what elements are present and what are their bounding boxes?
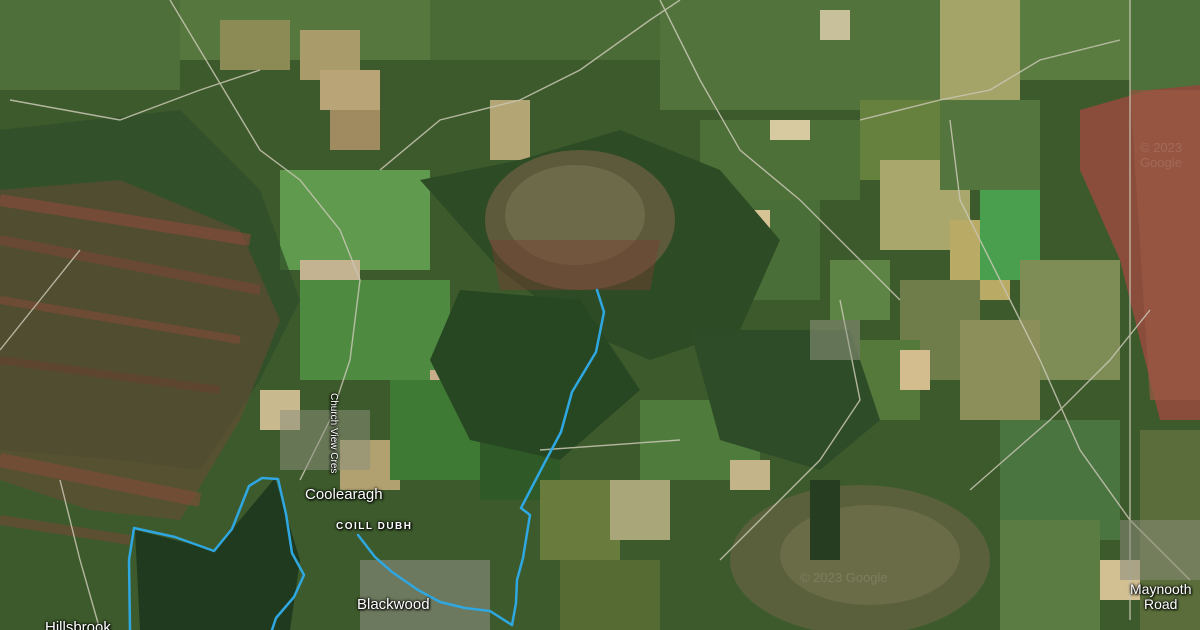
satellite-map[interactable]: © 2023 Google © 2023 Google Coolearagh C… bbox=[0, 0, 1200, 630]
place-label-blackwood[interactable]: Blackwood bbox=[357, 596, 430, 614]
imagery-watermark: © 2023 Google bbox=[800, 570, 888, 585]
road-label-church-view-cres[interactable]: Church View Cres bbox=[328, 393, 339, 473]
place-label-coolearagh[interactable]: Coolearagh bbox=[305, 486, 383, 504]
place-label-coill-dubh[interactable]: COILL DUBH bbox=[336, 521, 412, 532]
place-label-maynooth-road-line2: Road bbox=[1144, 596, 1178, 613]
place-label-maynooth-road[interactable]: Maynooth Road bbox=[1130, 581, 1191, 613]
satellite-imagery bbox=[0, 0, 1200, 630]
place-label-hillsbrook[interactable]: Hillsbrook bbox=[45, 619, 111, 630]
imagery-watermark: © 2023 Google bbox=[1140, 140, 1183, 170]
